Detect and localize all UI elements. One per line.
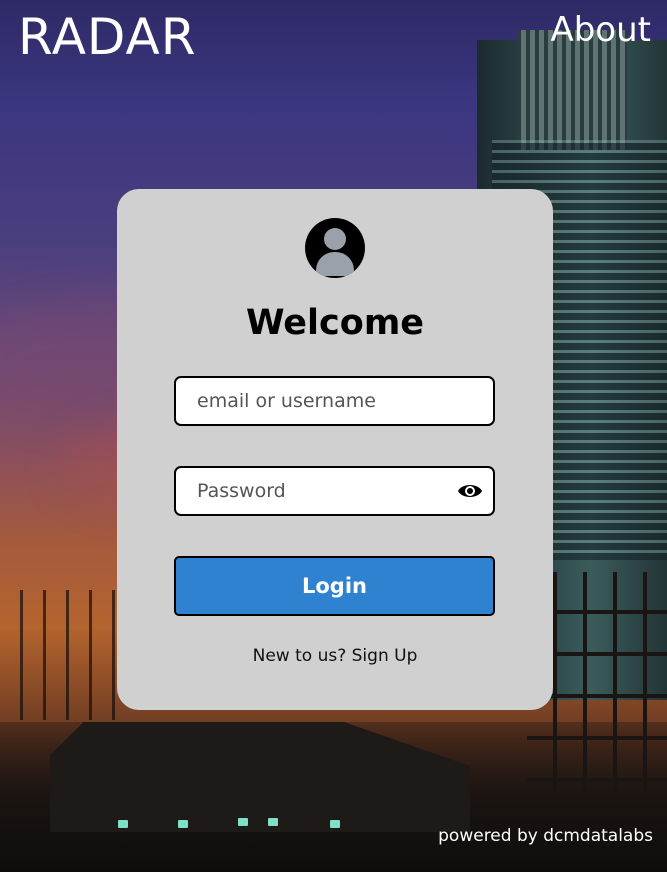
about-link[interactable]: About xyxy=(550,10,651,50)
login-button[interactable]: Login xyxy=(174,556,495,616)
signup-line: New to us? Sign Up xyxy=(117,646,553,666)
welcome-heading: Welcome xyxy=(245,303,425,343)
password-input[interactable] xyxy=(176,468,493,514)
eye-icon[interactable] xyxy=(457,481,483,501)
login-card: Welcome Login New to us? Sign Up xyxy=(117,189,553,710)
password-field-container xyxy=(174,466,495,516)
email-field-container xyxy=(174,376,495,426)
powered-by-text: powered by dcmdatalabs xyxy=(438,826,653,846)
user-circle-icon xyxy=(305,218,365,278)
email-input[interactable] xyxy=(176,378,493,424)
brand-title[interactable]: RADAR xyxy=(18,8,197,66)
signup-prompt: New to us? xyxy=(252,646,352,666)
signup-link[interactable]: Sign Up xyxy=(352,646,418,666)
